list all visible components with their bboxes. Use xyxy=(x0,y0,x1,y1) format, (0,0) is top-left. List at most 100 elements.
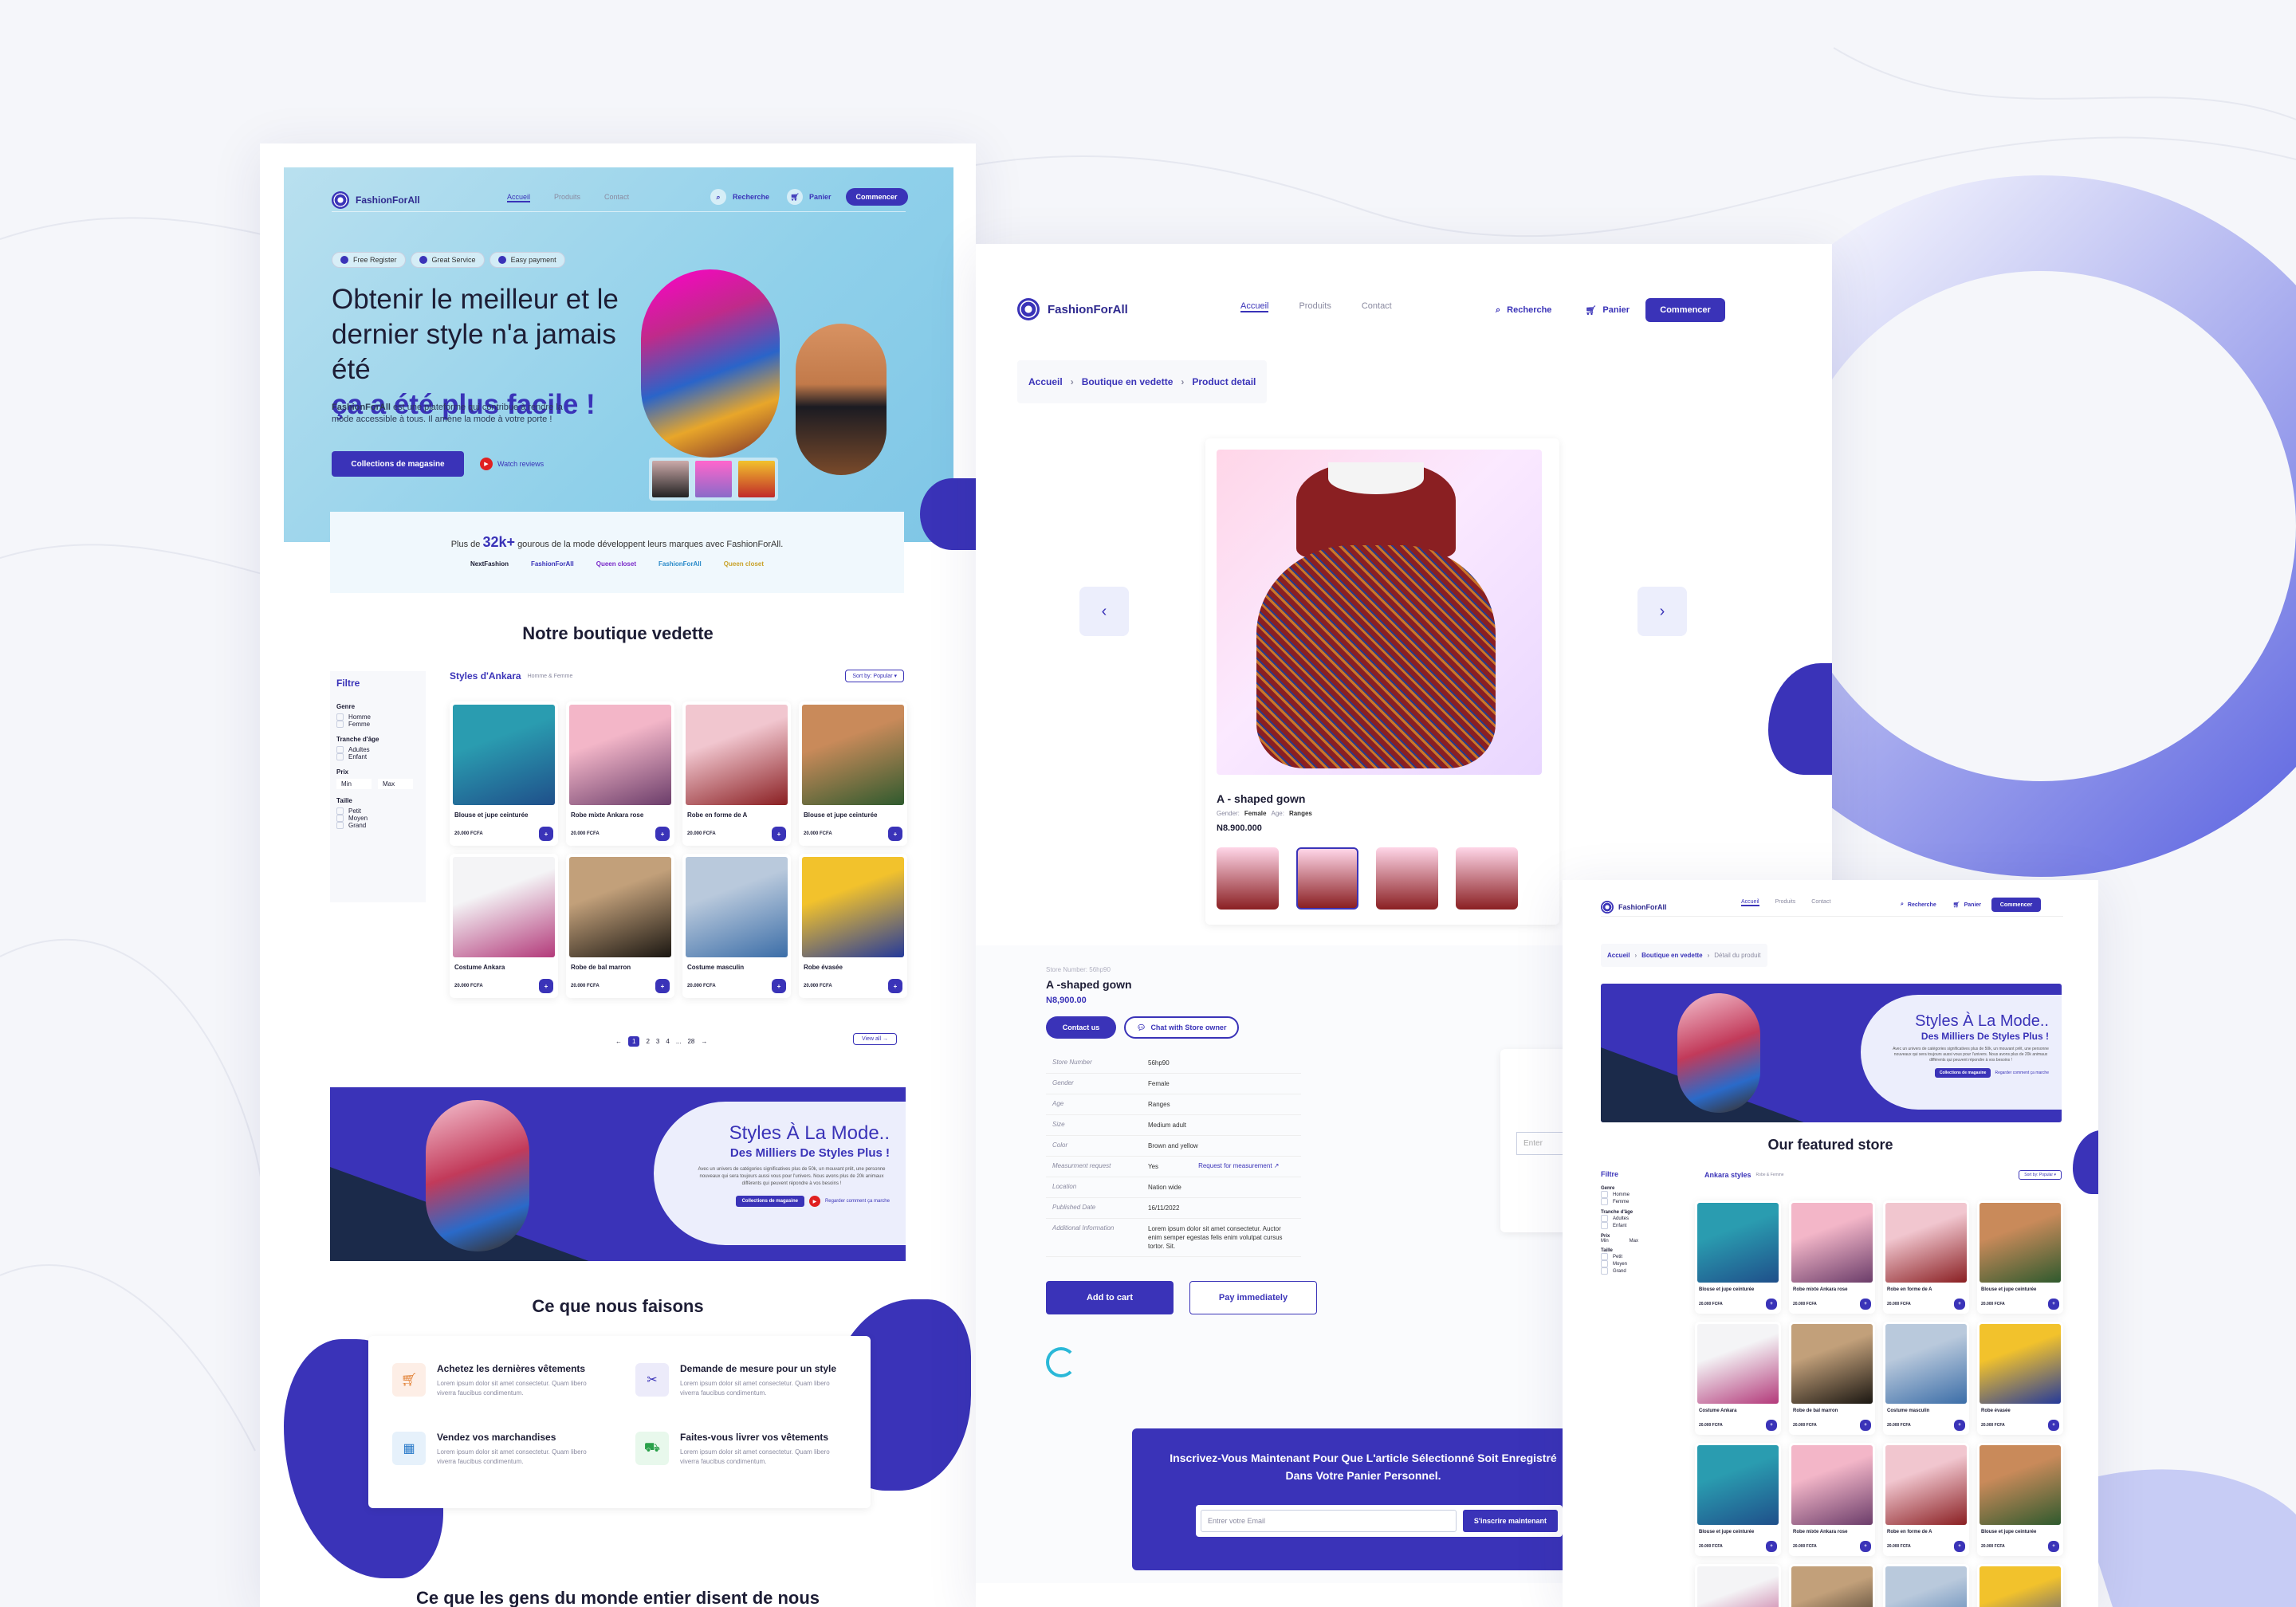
add-to-cart-button[interactable]: Add to cart xyxy=(1046,1281,1174,1314)
cart-icon[interactable]: 🛒︎ xyxy=(1585,305,1596,316)
thumbnail-1[interactable] xyxy=(652,461,689,497)
subscribe-button[interactable]: S'inscrire maintenant xyxy=(1462,1510,1558,1532)
filter-option-enfant[interactable]: Enfant xyxy=(336,753,419,760)
add-to-cart-icon[interactable]: + xyxy=(2048,1420,2059,1431)
next-page-icon[interactable]: → xyxy=(701,1038,707,1045)
cart-icon[interactable]: 🛒︎ xyxy=(1953,902,1960,908)
add-to-cart-icon[interactable]: + xyxy=(655,979,670,993)
product-card[interactable]: Robe évasée 20.000 FCFA + xyxy=(799,854,907,998)
add-to-cart-icon[interactable]: + xyxy=(655,827,670,841)
add-to-cart-icon[interactable]: + xyxy=(1860,1541,1871,1552)
prev-arrow-button[interactable]: ‹ xyxy=(1079,587,1129,636)
add-to-cart-icon[interactable]: + xyxy=(1766,1541,1777,1552)
product-card[interactable]: Blouse et jupe ceinturée 20.000 FCFA + xyxy=(1695,1200,1781,1314)
start-button[interactable]: Commencer xyxy=(1645,298,1726,322)
add-to-cart-icon[interactable]: + xyxy=(1766,1420,1777,1431)
add-to-cart-icon[interactable]: + xyxy=(539,827,553,841)
filter-option-adultes[interactable]: Adultes xyxy=(1601,1215,1687,1222)
page-4[interactable]: 4 xyxy=(666,1038,669,1045)
add-to-cart-icon[interactable]: + xyxy=(2048,1299,2059,1310)
add-to-cart-icon[interactable]: + xyxy=(772,827,786,841)
product-card[interactable]: Robe en forme de A 20.000 FCFA + xyxy=(1883,1200,1969,1314)
cart-link[interactable]: Panier xyxy=(809,193,832,201)
product-card[interactable]: Robe mixte Ankara rose 20.000 FCFA + xyxy=(566,701,674,846)
nav-contact[interactable]: Contact xyxy=(604,193,629,202)
search-link[interactable]: Recherche xyxy=(733,193,769,201)
chat-store-owner-button[interactable]: 💬︎ Chat with Store owner xyxy=(1124,1016,1240,1039)
promo-collections-button[interactable]: Collections de magasine xyxy=(735,1196,804,1207)
hero-collections-button[interactable]: Collections de magasine xyxy=(332,451,464,477)
product-card[interactable]: Robe en forme de A 20.000 FCFA + xyxy=(1883,1443,1969,1556)
watch-reviews-link[interactable]: ▶ Watch reviews xyxy=(480,458,544,470)
page-3[interactable]: 3 xyxy=(656,1038,659,1045)
product-card[interactable]: Robe de bal marron20.000 FCFA+ xyxy=(566,854,674,998)
next-arrow-button[interactable]: › xyxy=(1637,587,1687,636)
add-to-cart-icon[interactable]: + xyxy=(888,827,902,841)
filter-option-femme[interactable]: Femme xyxy=(1601,1198,1687,1205)
thumbnail-4[interactable] xyxy=(1456,847,1518,910)
play-icon[interactable]: ▶ xyxy=(808,1196,820,1207)
nav-accueil[interactable]: Accueil xyxy=(507,193,531,202)
breadcrumb-accueil[interactable]: Accueil xyxy=(1607,952,1630,959)
breadcrumb-accueil[interactable]: Accueil xyxy=(1028,376,1063,387)
add-to-cart-icon[interactable]: + xyxy=(1954,1420,1965,1431)
filter-option-petit[interactable]: Petit xyxy=(1601,1253,1687,1260)
email-input[interactable]: Entrer votre Email xyxy=(1201,1510,1457,1532)
add-to-cart-icon[interactable]: + xyxy=(1954,1541,1965,1552)
promo-watch-link[interactable]: Regarder comment ça marche xyxy=(1995,1071,2049,1075)
filter-option-moyen[interactable]: Moyen xyxy=(1601,1260,1687,1267)
filter-option-adultes[interactable]: Adultes xyxy=(336,746,419,753)
breadcrumb-boutique[interactable]: Boutique en vedette xyxy=(1641,952,1702,959)
product-card[interactable]: Blouse et jupe ceinturée 20.000 FCFA + xyxy=(799,701,907,846)
product-card[interactable]: Blouse et jupe ceinturée 20.000 FCFA + xyxy=(1977,1200,2063,1314)
filter-option-homme[interactable]: Homme xyxy=(1601,1191,1687,1198)
product-card[interactable]: Blouse et jupe ceinturée 20.000 FCFA + xyxy=(450,701,558,846)
filter-option-femme[interactable]: Femme xyxy=(336,721,419,728)
start-button[interactable]: Commencer xyxy=(845,188,908,206)
price-max-input[interactable]: Max xyxy=(378,779,413,789)
add-to-cart-icon[interactable]: + xyxy=(772,979,786,993)
filter-option-petit[interactable]: Petit xyxy=(336,807,419,815)
contact-us-button[interactable]: Contact us xyxy=(1046,1016,1116,1039)
product-card[interactable]: Costume Ankara20.000 FCFA+ xyxy=(1695,1564,1781,1607)
product-card[interactable]: Robe de bal marron20.000 FCFA+ xyxy=(1789,1322,1875,1435)
product-card[interactable]: Costume masculin20.000 FCFA+ xyxy=(682,854,791,998)
add-to-cart-icon[interactable]: + xyxy=(2048,1541,2059,1552)
filter-option-homme[interactable]: Homme xyxy=(336,713,419,721)
product-card[interactable]: Costume Ankara20.000 FCFA+ xyxy=(450,854,558,998)
sort-dropdown[interactable]: Sort by: Popular ▾ xyxy=(2019,1170,2062,1180)
product-card[interactable]: Costume Ankara20.000 FCFA+ xyxy=(1695,1322,1781,1435)
filter-option-enfant[interactable]: Enfant xyxy=(1601,1222,1687,1229)
nav-produits[interactable]: Produits xyxy=(1775,899,1796,906)
search-icon[interactable]: ⌕ xyxy=(1901,902,1904,908)
filter-option-moyen[interactable]: Moyen xyxy=(336,815,419,822)
search-link[interactable]: Recherche xyxy=(1507,305,1551,315)
search-icon[interactable]: ⌕ xyxy=(710,189,726,205)
thumbnail-2[interactable] xyxy=(695,461,732,497)
price-min-input[interactable]: Min xyxy=(1601,1239,1609,1244)
add-to-cart-icon[interactable]: + xyxy=(1954,1299,1965,1310)
page-28[interactable]: 28 xyxy=(687,1038,694,1045)
start-button[interactable]: Commencer xyxy=(1991,898,2042,912)
search-icon[interactable]: ⌕ xyxy=(1496,305,1500,316)
brand-logo[interactable]: FashionForAll xyxy=(1601,900,1667,914)
product-card[interactable]: Blouse et jupe ceinturée 20.000 FCFA + xyxy=(1695,1443,1781,1556)
nav-contact[interactable]: Contact xyxy=(1811,899,1830,906)
add-to-cart-icon[interactable]: + xyxy=(1766,1299,1777,1310)
product-card[interactable]: Blouse et jupe ceinturée 20.000 FCFA + xyxy=(1977,1443,2063,1556)
product-card[interactable]: Robe en forme de A 20.000 FCFA + xyxy=(682,701,791,846)
promo-collections-button[interactable]: Collections de magasine xyxy=(1934,1068,1991,1078)
thumbnail-3[interactable] xyxy=(738,461,775,497)
cart-icon[interactable]: 🛒︎ xyxy=(787,189,804,205)
view-all-button[interactable]: View all → xyxy=(853,1033,897,1045)
product-card[interactable]: Robe mixte Ankara rose 20.000 FCFA + xyxy=(1789,1200,1875,1314)
product-card[interactable]: Costume masculin20.000 FCFA+ xyxy=(1883,1564,1969,1607)
add-to-cart-icon[interactable]: + xyxy=(539,979,553,993)
product-card[interactable]: Costume masculin20.000 FCFA+ xyxy=(1883,1322,1969,1435)
page-1[interactable]: 1 xyxy=(628,1036,640,1047)
product-card[interactable]: Robe de bal marron20.000 FCFA+ xyxy=(1789,1564,1875,1607)
price-max-input[interactable]: Max xyxy=(1630,1239,1638,1244)
nav-accueil[interactable]: Accueil xyxy=(1741,899,1759,906)
cart-link[interactable]: Panier xyxy=(1964,902,1981,908)
add-to-cart-icon[interactable]: + xyxy=(1860,1299,1871,1310)
